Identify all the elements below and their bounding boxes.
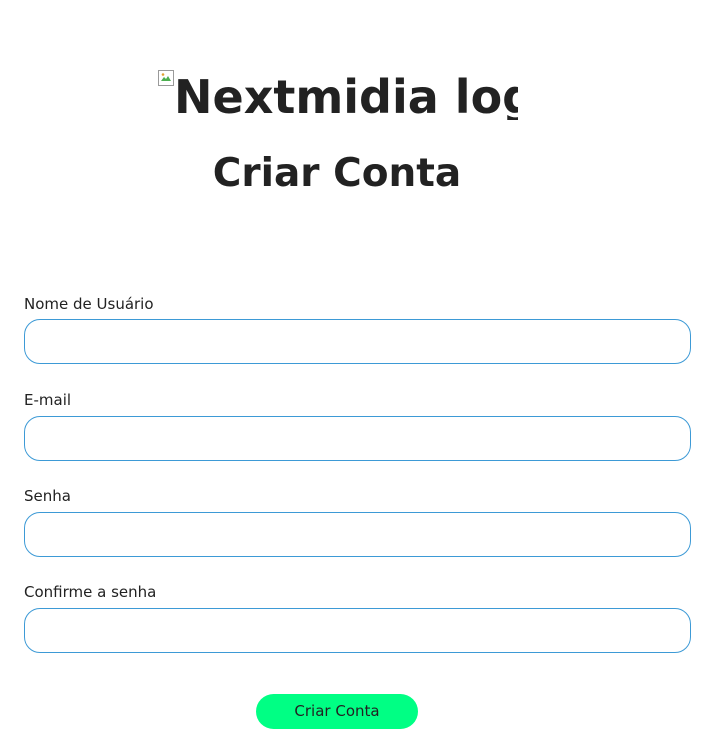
password-input[interactable] (24, 512, 691, 557)
password-label: Senha (24, 487, 71, 505)
broken-image-icon (158, 70, 174, 86)
confirm-password-label: Confirme a senha (24, 583, 157, 601)
signup-page: Nextmidia logo Criar Conta Nome de Usuár… (0, 0, 705, 738)
username-label: Nome de Usuário (24, 295, 154, 313)
logo-alt-text: Nextmidia logo (174, 70, 518, 120)
create-account-button[interactable]: Criar Conta (256, 694, 418, 729)
email-label: E-mail (24, 391, 72, 409)
confirm-password-input[interactable] (24, 608, 691, 653)
email-input[interactable] (24, 416, 691, 461)
logo: Nextmidia logo (158, 68, 518, 120)
username-input[interactable] (24, 319, 691, 364)
page-title: Criar Conta (212, 151, 462, 196)
